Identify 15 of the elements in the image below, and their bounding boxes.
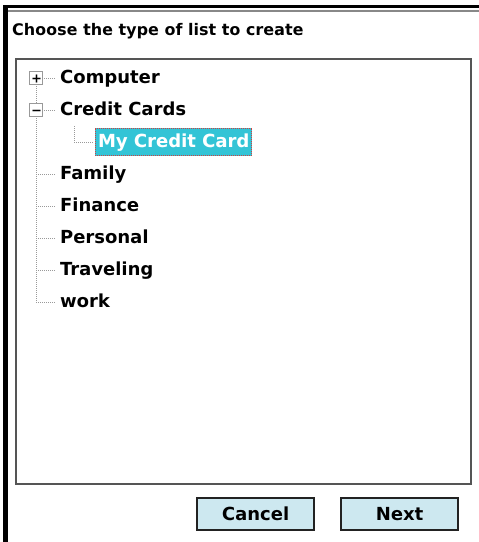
collapse-icon[interactable] — [29, 103, 43, 117]
header-text: Choose the type of list to create — [11, 19, 304, 41]
tree-item[interactable]: work — [57, 288, 113, 316]
tree-item[interactable]: Finance — [57, 192, 142, 220]
dialog-button[interactable]: Next — [340, 497, 459, 531]
tree-item[interactable]: Personal — [57, 224, 152, 252]
tree-item[interactable]: Computer — [57, 64, 163, 92]
tree-item[interactable]: Credit Cards — [57, 96, 190, 124]
expand-icon[interactable] — [29, 71, 43, 85]
dialog-button[interactable]: Cancel — [196, 497, 315, 531]
tree-line — [36, 190, 55, 222]
tree-item[interactable]: Traveling — [57, 256, 156, 284]
tree-line — [36, 222, 55, 254]
tree-item[interactable]: Family — [57, 160, 130, 188]
tree-view[interactable]: Computer Credit Cards My Credit Card Family Finance Personal Traveling work — [15, 58, 472, 485]
